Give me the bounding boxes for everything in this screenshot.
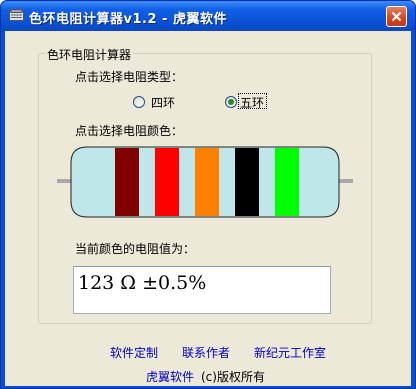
radio-five-band-label[interactable]: 五环 xyxy=(240,94,264,111)
groupbox-label: 色环电阻计算器 xyxy=(45,46,134,63)
app-window: 色环电阻计算器v1.2 - 虎翼软件 色环电阻计算器 点击选择电阻类型： 四环 … xyxy=(0,0,416,389)
type-prompt-label: 点击选择电阻类型： xyxy=(75,70,184,84)
value-prompt-label: 当前颜色的电阻值为： xyxy=(75,242,196,256)
title-bar[interactable]: 色环电阻计算器v1.2 - 虎翼软件 xyxy=(1,1,415,31)
resistor-graphic[interactable] xyxy=(57,143,353,221)
copyright-text: (c)版权所有 xyxy=(201,370,265,384)
client-area: 色环电阻计算器 点击选择电阻类型： 四环 五环 点击选择电阻颜色： 当前颜色的电… xyxy=(5,31,411,386)
app-calculator-icon xyxy=(9,9,24,21)
radio-four-band[interactable] xyxy=(133,96,145,108)
custom-software-link[interactable]: 软件定制 xyxy=(110,344,158,361)
close-button[interactable] xyxy=(386,6,407,27)
window-title: 色环电阻计算器v1.2 - 虎翼软件 xyxy=(29,12,227,27)
radio-four-band-label[interactable]: 四环 xyxy=(151,94,175,111)
result-box: 123 Ω ±0.5% xyxy=(73,266,331,314)
color-band-1[interactable] xyxy=(115,148,139,216)
color-band-3[interactable] xyxy=(195,148,219,216)
resistance-value: 123 Ω ±0.5% xyxy=(78,272,207,294)
studio-link[interactable]: 新纪元工作室 xyxy=(254,344,326,361)
contact-author-link[interactable]: 联系作者 xyxy=(182,344,230,361)
brand-link[interactable]: 虎翼软件 xyxy=(146,368,194,385)
color-prompt-label: 点击选择电阻颜色： xyxy=(75,124,184,138)
radio-five-band[interactable] xyxy=(225,96,237,108)
color-band-2[interactable] xyxy=(155,148,179,216)
color-band-4[interactable] xyxy=(235,148,259,216)
color-band-5[interactable] xyxy=(275,148,299,216)
close-x-icon xyxy=(391,11,402,22)
